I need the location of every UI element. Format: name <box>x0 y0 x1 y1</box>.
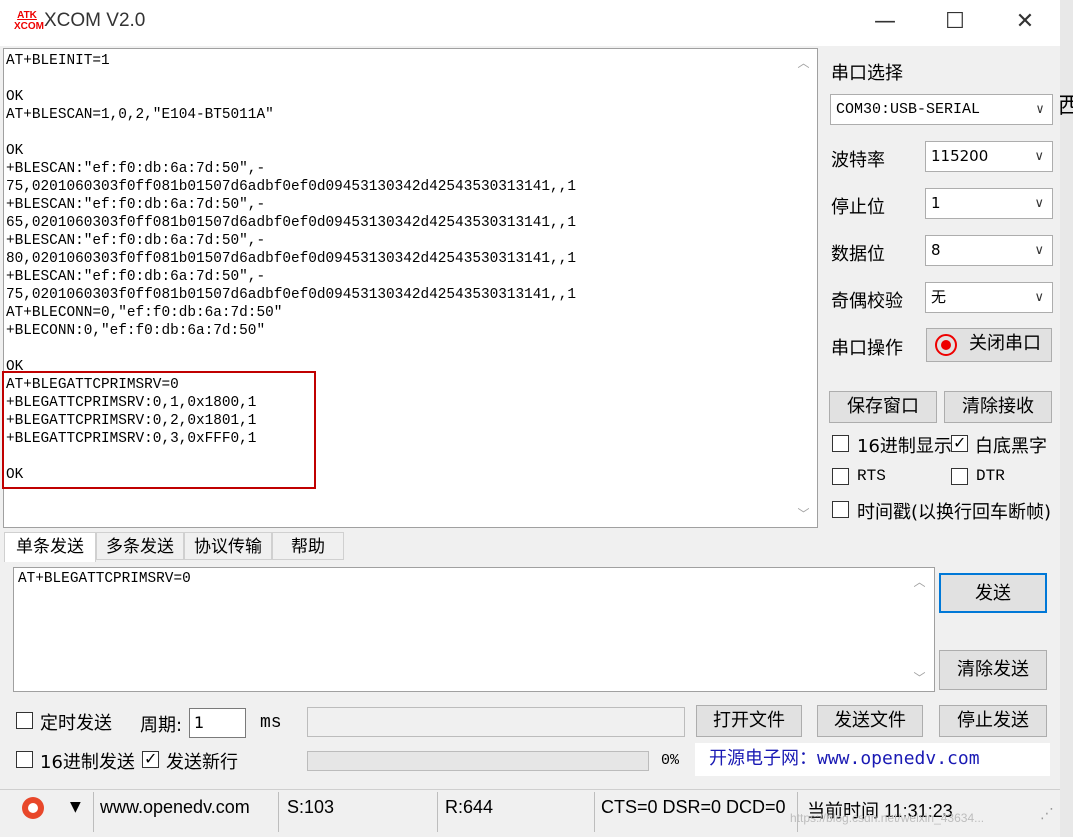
send-scrollbar[interactable]: ︿ ﹀ <box>910 569 929 690</box>
baud-value: 115200 <box>931 147 989 165</box>
status-url[interactable]: www.openedv.com <box>100 797 250 818</box>
close-button[interactable]: ✕ <box>995 4 1055 40</box>
close-port-button[interactable]: 关闭串口 <box>926 328 1052 362</box>
send-progress-bar <box>307 751 649 771</box>
stopbits-select[interactable]: 1 ∨ <box>925 188 1053 219</box>
chevron-down-icon: ∨ <box>1034 290 1044 305</box>
scroll-up-icon[interactable]: ︿ <box>794 54 813 71</box>
status-separator <box>93 792 94 832</box>
logo-top: ATK <box>17 10 37 21</box>
status-separator <box>594 792 595 832</box>
status-separator <box>278 792 279 832</box>
rts-label: RTS <box>857 467 886 485</box>
stopbits-value: 1 <box>931 194 941 212</box>
hex-send-label: 16进制发送 <box>40 752 135 773</box>
status-received-count: R:644 <box>445 797 494 817</box>
send-text: AT+BLEGATTCPRIMSRV=0 <box>18 571 191 587</box>
record-icon[interactable] <box>22 797 44 819</box>
period-input[interactable]: 1 <box>189 708 246 738</box>
port-status-dot <box>941 340 951 350</box>
send-button[interactable]: 发送 <box>939 573 1047 613</box>
chevron-down-icon: ∨ <box>1036 102 1044 117</box>
logo-bottom: XCOM <box>14 21 44 32</box>
highlight-box <box>2 371 316 489</box>
timed-send-label: 定时发送 <box>40 713 112 734</box>
status-separator <box>437 792 438 832</box>
baud-select[interactable]: 115200 ∨ <box>925 141 1053 172</box>
status-lines: CTS=0 DSR=0 DCD=0 <box>601 797 786 817</box>
open-file-button[interactable]: 打开文件 <box>696 705 802 737</box>
dtr-label: DTR <box>976 467 1005 485</box>
period-unit: ms <box>260 713 282 733</box>
timed-send-checkbox[interactable] <box>16 712 33 729</box>
tab-help[interactable]: 帮助 <box>272 532 344 560</box>
maximize-button[interactable]: ☐ <box>925 4 985 40</box>
parity-value: 无 <box>931 288 947 306</box>
hex-send-checkbox[interactable] <box>16 751 33 768</box>
port-select-label: 串口选择 <box>831 63 903 84</box>
chevron-down-icon: ∨ <box>1034 243 1044 258</box>
scroll-up-icon[interactable]: ︿ <box>910 573 929 590</box>
openedv-banner[interactable]: 开源电子网：www.openedv.com <box>695 743 1050 776</box>
databits-value: 8 <box>931 241 941 259</box>
tab-single-send[interactable]: 单条发送 <box>4 532 96 562</box>
progress-text: 0% <box>661 752 680 769</box>
stop-send-button[interactable]: 停止发送 <box>939 705 1047 737</box>
port-value: COM30:USB-SERIAL <box>836 101 981 118</box>
send-file-button[interactable]: 发送文件 <box>817 705 923 737</box>
minimize-button[interactable]: — <box>855 4 915 40</box>
scroll-down-icon[interactable]: ﹀ <box>910 669 929 686</box>
white-black-checkbox[interactable] <box>951 433 968 452</box>
hex-display-label: 16进制显示 <box>857 436 952 457</box>
send-newline-label: 发送新行 <box>166 752 238 773</box>
close-port-label: 关闭串口 <box>969 333 1041 354</box>
background-strip <box>1060 0 1073 837</box>
databits-label: 数据位 <box>831 244 885 265</box>
send-newline-checkbox[interactable] <box>142 749 159 768</box>
stopbits-label: 停止位 <box>831 197 885 218</box>
background-char: 西 <box>1058 94 1073 119</box>
receive-scrollbar[interactable]: ︿ ﹀ <box>794 50 813 526</box>
window-title: XCOM V2.0 <box>44 10 146 31</box>
baud-label: 波特率 <box>831 150 885 171</box>
dtr-checkbox[interactable] <box>951 468 968 485</box>
port-select[interactable]: COM30:USB-SERIAL ∨ <box>830 94 1053 125</box>
databits-select[interactable]: 8 ∨ <box>925 235 1053 266</box>
watermark: https://blog.csdn.net/weixin_43634... <box>790 811 985 825</box>
chevron-down-icon: ∨ <box>1034 149 1044 164</box>
white-black-label: 白底黑字 <box>975 436 1047 457</box>
clear-receive-button[interactable]: 清除接收 <box>944 391 1052 423</box>
resize-grip-icon[interactable]: ⋰ <box>1040 806 1054 822</box>
timestamp-checkbox[interactable] <box>832 501 849 518</box>
timestamp-label: 时间戳(以换行回车断帧) <box>857 502 1052 523</box>
hex-display-checkbox[interactable] <box>832 435 849 452</box>
save-window-button[interactable]: 保存窗口 <box>829 391 937 423</box>
tab-protocol[interactable]: 协议传输 <box>184 532 272 560</box>
port-op-label: 串口操作 <box>831 338 903 359</box>
dropdown-arrow-icon[interactable]: ▼ <box>70 799 81 815</box>
parity-select[interactable]: 无 ∨ <box>925 282 1053 313</box>
scroll-down-icon[interactable]: ﹀ <box>794 505 813 522</box>
period-label: 周期: <box>140 715 183 736</box>
parity-label: 奇偶校验 <box>831 291 903 312</box>
tab-multi-send[interactable]: 多条发送 <box>96 532 184 560</box>
rts-checkbox[interactable] <box>832 468 849 485</box>
port-status-icon <box>935 334 957 356</box>
status-sent-count: S:103 <box>287 797 335 817</box>
file-path-input[interactable] <box>307 707 685 737</box>
chevron-down-icon: ∨ <box>1034 196 1044 211</box>
record-icon-inner <box>28 803 38 813</box>
clear-send-button[interactable]: 清除发送 <box>939 650 1047 690</box>
app-logo-icon: ATK XCOM <box>14 10 44 36</box>
